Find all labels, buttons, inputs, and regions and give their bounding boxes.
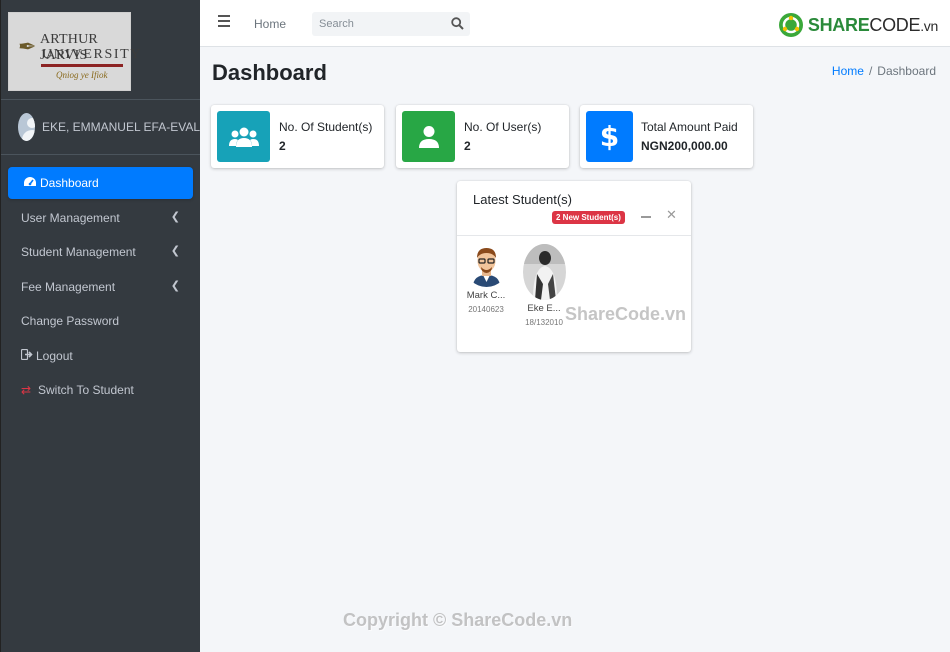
exchange-icon: ⇄ (21, 383, 32, 397)
sidebar-item-label: Logout (36, 348, 73, 363)
sidebar-item-label: Switch To Student (38, 383, 134, 397)
dollar-icon: $ (586, 111, 633, 162)
brand-part3: .vn (920, 17, 938, 34)
breadcrumb-home-link[interactable]: Home (832, 64, 864, 78)
card-header: Latest Student(s) 2 New Student(s) ✕ (457, 181, 691, 236)
top-navbar: Home SHARECODE.vn (200, 0, 950, 47)
info-box-students: No. Of Student(s) 2 (211, 105, 384, 168)
logo-motto: Qniog ye Ifiok (56, 70, 108, 80)
sharecode-icon (778, 13, 803, 37)
sidebar-item-change-password[interactable]: Change Password (8, 305, 193, 337)
list-item[interactable]: Mark C... 20140623 (463, 244, 509, 314)
minus-icon[interactable] (641, 210, 651, 222)
logo-divider (41, 64, 123, 67)
quill-icon: ✒ (18, 35, 37, 60)
watermark-footer: Copyright © ShareCode.vn (343, 610, 573, 630)
list-item[interactable]: Eke E... 18/132010 (521, 244, 567, 327)
info-box-label: Total Amount Paid (641, 120, 738, 134)
student-id: 18/132010 (525, 318, 563, 327)
brand-part1: SHARE (807, 14, 870, 35)
watermark-center: ShareCode.vn (565, 304, 687, 324)
sign-out-icon (20, 348, 36, 363)
user-panel[interactable]: EKE, EMMANUEL EFA-EVAL (1, 100, 200, 155)
university-logo[interactable]: ✒ ARTHUR JARVIS UNIVERSITY Qniog ye Ifio… (8, 12, 140, 91)
info-box-label: No. Of User(s) (464, 120, 542, 134)
sidebar-item-user-management[interactable]: User Management ❮ (8, 202, 193, 234)
info-box-label: No. Of Student(s) (279, 120, 373, 134)
sidebar-item-label: Student Management (21, 245, 136, 259)
top-home-link[interactable]: Home (254, 17, 286, 31)
info-box-value: 2 (464, 139, 471, 153)
sidebar-nav: Dashboard User Management ❮ Student Mana… (1, 155, 200, 406)
sidebar-item-label: Change Password (21, 314, 120, 328)
hamburger-icon[interactable] (218, 15, 230, 30)
users-icon (217, 111, 270, 162)
logo-line2: UNIVERSITY (42, 47, 142, 62)
brand-part2: CODE (869, 14, 921, 35)
tachometer-icon (23, 176, 40, 191)
close-icon[interactable]: ✕ (666, 208, 677, 221)
sidebar-item-label: Fee Management (21, 279, 116, 294)
student-avatar[interactable] (522, 244, 566, 300)
sidebar: ✒ ARTHUR JARVIS UNIVERSITY Qniog ye Ifio… (0, 0, 200, 652)
student-avatar[interactable] (464, 244, 508, 287)
sidebar-item-logout[interactable]: Logout (8, 340, 193, 372)
breadcrumb: Home / Dashboard (831, 64, 936, 78)
chevron-left-icon: ❮ (170, 279, 180, 292)
info-box-value: NGN200,000.00 (641, 139, 728, 153)
sidebar-item-dashboard[interactable]: Dashboard (8, 167, 193, 199)
new-students-badge: 2 New Student(s) (552, 211, 625, 224)
info-box-value: 2 (279, 139, 286, 153)
chevron-left-icon: ❮ (170, 245, 180, 257)
card-title: Latest Student(s) (473, 192, 572, 207)
sidebar-item-label: User Management (21, 210, 120, 225)
sidebar-item-switch-to-student[interactable]: ⇄ Switch To Student (8, 374, 193, 406)
page-title: Dashboard (212, 60, 327, 85)
avatar (18, 113, 35, 141)
student-id: 20140623 (468, 305, 504, 314)
latest-students-card: Latest Student(s) 2 New Student(s) ✕ Mar… (457, 181, 691, 352)
sidebar-item-student-management[interactable]: Student Management ❮ (8, 236, 193, 268)
user-icon (402, 111, 455, 162)
user-name: EKE, EMMANUEL EFA-EVAL (41, 120, 200, 134)
sidebar-item-label: Dashboard (40, 176, 99, 190)
info-box-users: No. Of User(s) 2 (396, 105, 569, 168)
brand: ✒ ARTHUR JARVIS UNIVERSITY Qniog ye Ifio… (1, 0, 200, 100)
search-input[interactable] (312, 12, 442, 36)
breadcrumb-current: Dashboard (877, 64, 936, 78)
search-box (312, 12, 470, 36)
sidebar-item-fee-management[interactable]: Fee Management ❮ (8, 271, 193, 303)
search-icon[interactable] (451, 17, 464, 30)
student-name[interactable]: Mark C... (463, 290, 509, 301)
student-name[interactable]: Eke E... (521, 303, 567, 314)
info-box-amount: $ Total Amount Paid NGN200,000.00 (580, 105, 753, 168)
chevron-left-icon: ❮ (170, 210, 180, 223)
sharecode-logo[interactable]: SHARECODE.vn (778, 12, 938, 38)
